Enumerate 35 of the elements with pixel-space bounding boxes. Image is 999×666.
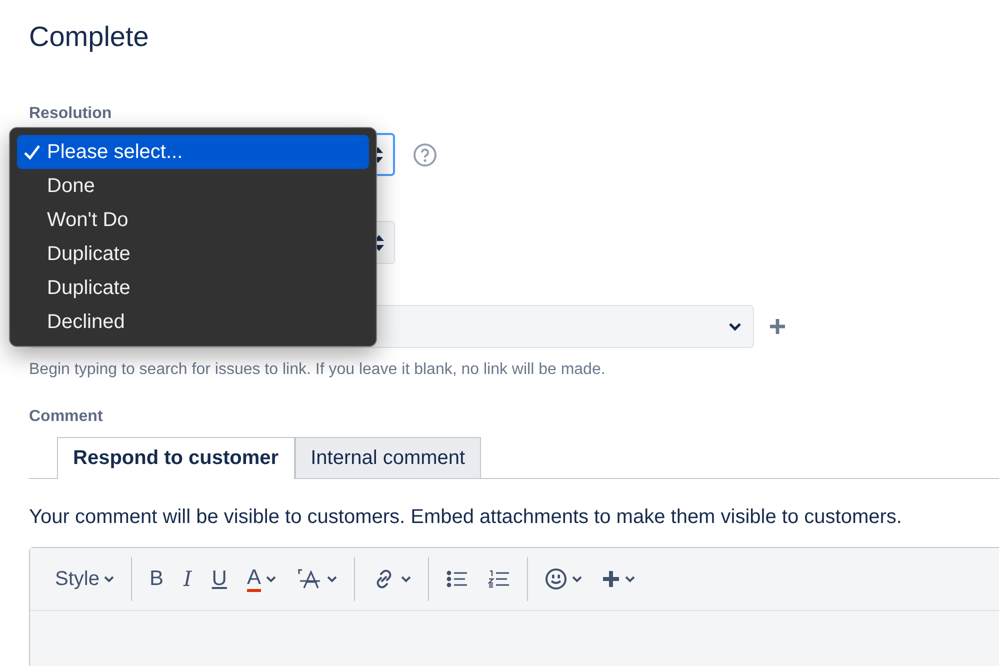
caret-icon <box>266 576 276 582</box>
text-effects-icon <box>296 568 322 590</box>
menu-option[interactable]: Duplicate <box>17 237 369 271</box>
add-icon[interactable] <box>769 318 786 335</box>
numbered-list-icon <box>488 570 510 588</box>
page-title: Complete <box>29 20 150 54</box>
smiley-icon <box>544 568 567 590</box>
field-label: Resolution <box>29 104 113 124</box>
italic-button[interactable]: I <box>176 561 199 597</box>
menu-option[interactable]: Done <box>17 169 369 203</box>
help-icon[interactable] <box>413 142 437 166</box>
chevron-down-icon <box>729 322 741 330</box>
checkmark-icon <box>23 143 41 161</box>
caret-icon <box>326 576 337 582</box>
caret-icon <box>104 576 114 582</box>
up-down-arrows-icon <box>374 234 384 252</box>
menu-option[interactable]: Declined <box>17 305 369 339</box>
caret-icon <box>400 576 411 582</box>
add-icon <box>602 570 620 588</box>
menu-option[interactable]: Duplicate <box>17 271 369 305</box>
tab[interactable]: Respond to customer <box>57 437 295 479</box>
field-label: Comment <box>29 407 104 427</box>
underline-button[interactable]: U <box>204 561 234 597</box>
visibility-notice: Your comment will be visible to customers. Embed attachments to make them visible to customers. <box>29 505 903 529</box>
text-color-button[interactable]: A <box>240 561 283 597</box>
bold-button[interactable]: B <box>142 561 170 597</box>
caret-icon <box>572 576 582 582</box>
help-text: Begin typing to search for issues to link. If you leave it blank, no link will be made. <box>29 360 606 380</box>
menu-option[interactable]: Please select... <box>17 135 369 169</box>
caret-icon <box>624 576 635 582</box>
menu-option[interactable]: Won't Do <box>17 203 369 237</box>
tab[interactable]: Internal comment <box>294 437 482 478</box>
bullet-list-icon <box>446 570 468 588</box>
style-dropdown[interactable]: Style <box>48 561 122 597</box>
comment-editor[interactable]: Style B I U A <box>29 547 999 666</box>
